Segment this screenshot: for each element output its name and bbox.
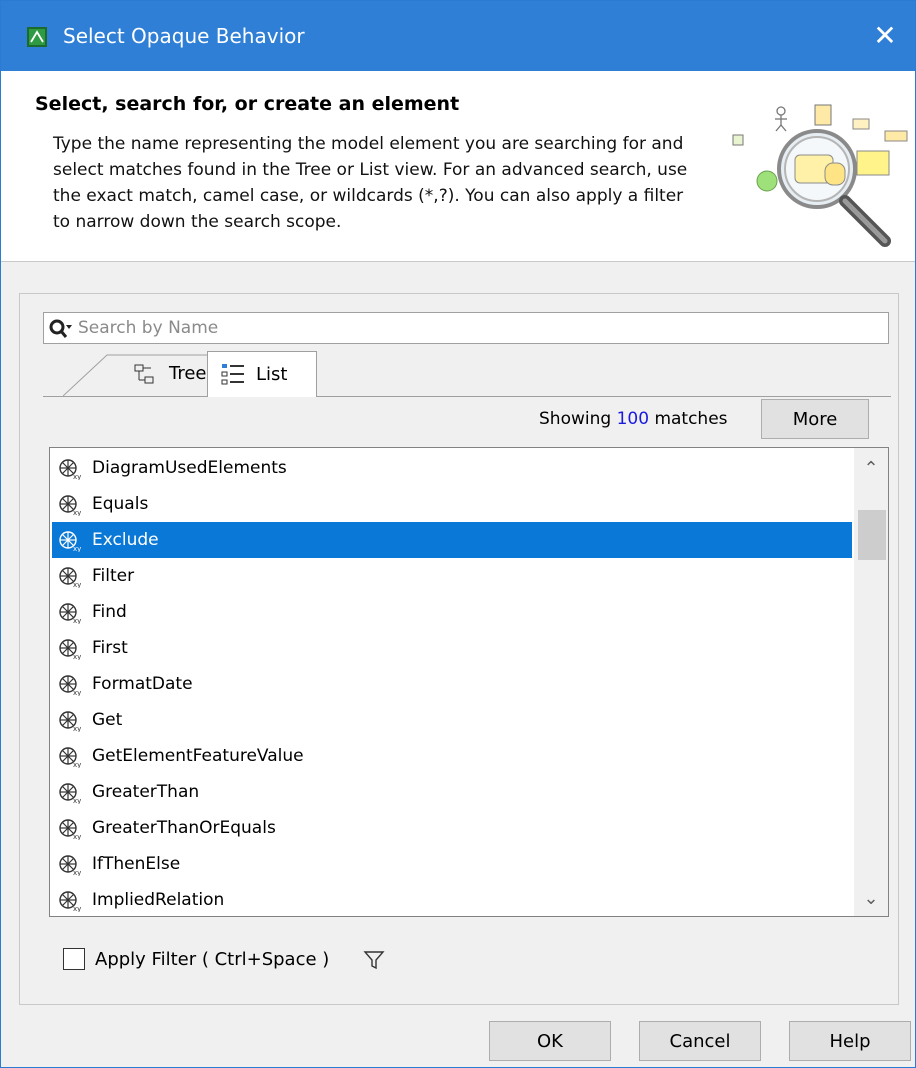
list-item[interactable]: xy ImpliedRelation <box>52 882 852 916</box>
cancel-button[interactable]: Cancel <box>639 1021 761 1061</box>
scroll-thumb[interactable] <box>858 510 886 560</box>
list-item-label: ImpliedRelation <box>92 890 225 910</box>
list-item-label: Filter <box>92 566 135 586</box>
apply-filter-label[interactable]: Apply Filter ( Ctrl+Space ) <box>95 945 329 975</box>
help-button[interactable]: Help <box>789 1021 911 1061</box>
opaque-behavior-icon: xy <box>58 781 82 805</box>
svg-text:xy: xy <box>73 653 81 660</box>
list-item-label: DiagramUsedElements <box>92 458 287 478</box>
list-icon <box>221 364 244 385</box>
match-count-text: Showing 100 matches <box>539 405 728 433</box>
ok-button[interactable]: OK <box>489 1021 611 1061</box>
svg-text:xy: xy <box>73 689 81 696</box>
svg-text:xy: xy <box>73 869 81 876</box>
opaque-behavior-icon: xy <box>58 637 82 661</box>
list-item[interactable]: xy Find <box>52 594 852 630</box>
opaque-behavior-icon: xy <box>58 457 82 481</box>
close-button[interactable]: ✕ <box>855 1 915 71</box>
list-item[interactable]: xy IfThenElse <box>52 846 852 882</box>
svg-text:xy: xy <box>73 797 81 804</box>
list-item-label: IfThenElse <box>92 854 181 874</box>
list-item[interactable]: xy GreaterThanOrEquals <box>52 810 852 846</box>
svg-text:xy: xy <box>73 905 81 912</box>
list-item[interactable]: xy FormatDate <box>52 666 852 702</box>
tab-list-label: List <box>256 364 288 385</box>
opaque-behavior-icon: xy <box>58 601 82 625</box>
dialog-window: Select Opaque Behavior ✕ Select, search … <box>0 0 916 1068</box>
svg-text:xy: xy <box>73 725 81 732</box>
search-input[interactable] <box>78 315 878 341</box>
list-item[interactable]: xy First <box>52 630 852 666</box>
more-button[interactable]: More <box>761 399 869 439</box>
tree-icon <box>134 364 154 384</box>
svg-text:xy: xy <box>73 617 81 624</box>
list-item-label: Find <box>92 602 127 622</box>
search-icon[interactable] <box>48 317 74 341</box>
svg-text:xy: xy <box>73 833 81 840</box>
header-description: Type the name representing the model ele… <box>53 134 688 232</box>
app-icon <box>27 27 47 47</box>
list-item[interactable]: xy Equals <box>52 486 852 522</box>
scroll-up-icon[interactable]: ⌃ <box>854 454 888 484</box>
list-item[interactable]: xy GreaterThan <box>52 774 852 810</box>
tab-list[interactable]: List <box>207 351 317 397</box>
opaque-behavior-icon: xy <box>58 853 82 877</box>
opaque-behavior-icon: xy <box>58 889 82 913</box>
list-item[interactable]: xy Filter <box>52 558 852 594</box>
list-item-label: FormatDate <box>92 674 193 694</box>
list-item-label: GreaterThanOrEquals <box>92 818 276 838</box>
svg-text:xy: xy <box>73 509 81 516</box>
header-panel: Select, search for, or create an element… <box>1 71 915 262</box>
svg-text:xy: xy <box>73 581 81 588</box>
svg-text:xy: xy <box>73 545 81 552</box>
window-title: Select Opaque Behavior <box>63 24 305 48</box>
opaque-behavior-icon: xy <box>58 673 82 697</box>
filter-icon[interactable] <box>363 949 385 971</box>
list-item[interactable]: xy Get <box>52 702 852 738</box>
list-item[interactable]: xy GetElementFeatureValue <box>52 738 852 774</box>
list-item[interactable]: xy DiagramUsedElements <box>52 450 852 486</box>
view-tabs: Tree List <box>43 351 891 397</box>
opaque-behavior-icon: xy <box>58 529 82 553</box>
list-item-label: Equals <box>92 494 149 514</box>
opaque-behavior-icon: xy <box>58 817 82 841</box>
title-bar: Select Opaque Behavior ✕ <box>1 1 915 71</box>
match-suffix: matches <box>654 409 728 429</box>
list-item-label: Exclude <box>92 530 159 550</box>
scroll-down-icon[interactable]: ⌄ <box>854 884 888 914</box>
svg-text:xy: xy <box>73 473 81 480</box>
match-count: 100 <box>616 409 650 429</box>
list-item-label: First <box>92 638 128 658</box>
opaque-behavior-icon: xy <box>58 493 82 517</box>
apply-filter-checkbox[interactable] <box>63 948 85 970</box>
opaque-behavior-icon: xy <box>58 745 82 769</box>
results-list: xy DiagramUsedElements xy Equals xy Exclude xy… <box>49 447 889 917</box>
list-item-label: GetElementFeatureValue <box>92 746 304 766</box>
vertical-scrollbar[interactable]: ⌃ ⌄ <box>854 448 888 916</box>
opaque-behavior-icon: xy <box>58 565 82 589</box>
header-title: Select, search for, or create an element <box>35 93 460 115</box>
tab-tree-label: Tree <box>169 363 207 384</box>
list-item-label: GreaterThan <box>92 782 200 802</box>
search-illustration-icon <box>732 104 908 247</box>
list-item-label: Get <box>92 710 123 730</box>
search-field[interactable] <box>43 312 889 344</box>
list-item[interactable]: xy Exclude <box>52 522 852 558</box>
opaque-behavior-icon: xy <box>58 709 82 733</box>
match-prefix: Showing <box>539 409 612 429</box>
svg-text:xy: xy <box>73 761 81 768</box>
